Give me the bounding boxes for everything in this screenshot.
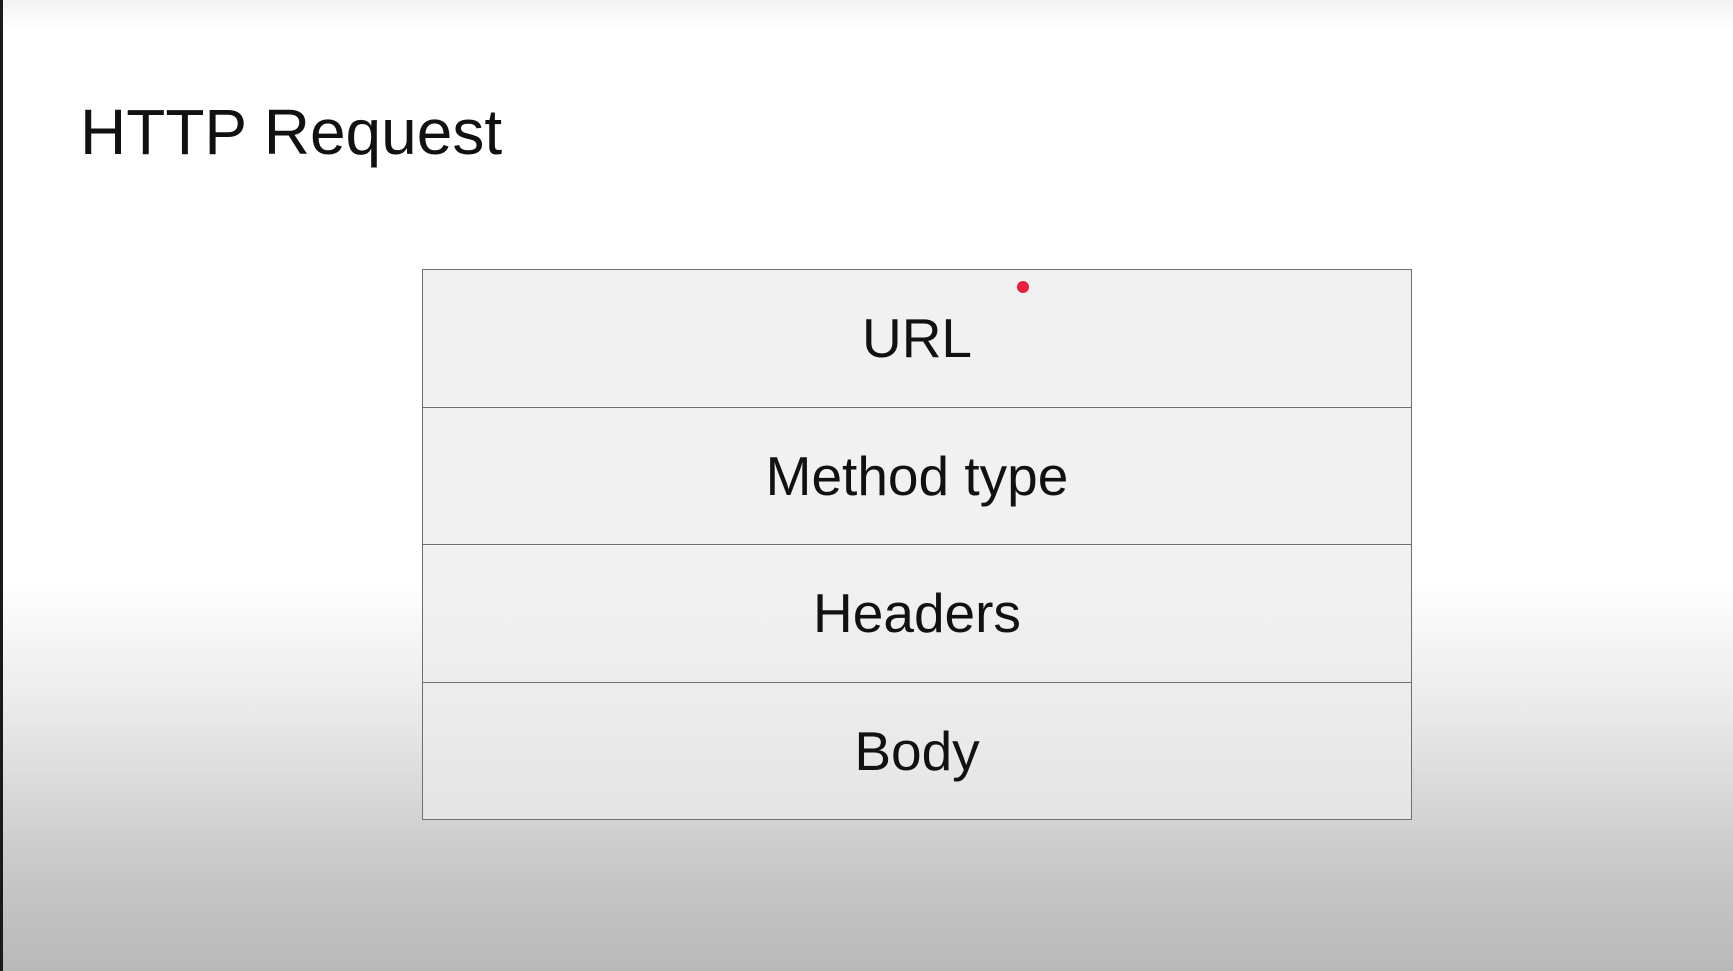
- layer-method-type: Method type: [423, 406, 1411, 544]
- http-request-stack: URL Method type Headers Body: [422, 269, 1412, 820]
- layer-url: URL: [423, 270, 1411, 407]
- slide: HTTP Request URL Method type Headers Bod…: [3, 0, 1733, 971]
- layer-body: Body: [423, 681, 1411, 819]
- layer-headers: Headers: [423, 544, 1411, 682]
- layer-label-headers: Headers: [813, 582, 1021, 645]
- layer-label-url: URL: [861, 307, 973, 370]
- slide-title: HTTP Request: [80, 96, 503, 168]
- laser-pointer-dot: [1017, 281, 1029, 293]
- layer-label-method-type: Method type: [765, 444, 1069, 507]
- layer-label-body: Body: [854, 719, 980, 782]
